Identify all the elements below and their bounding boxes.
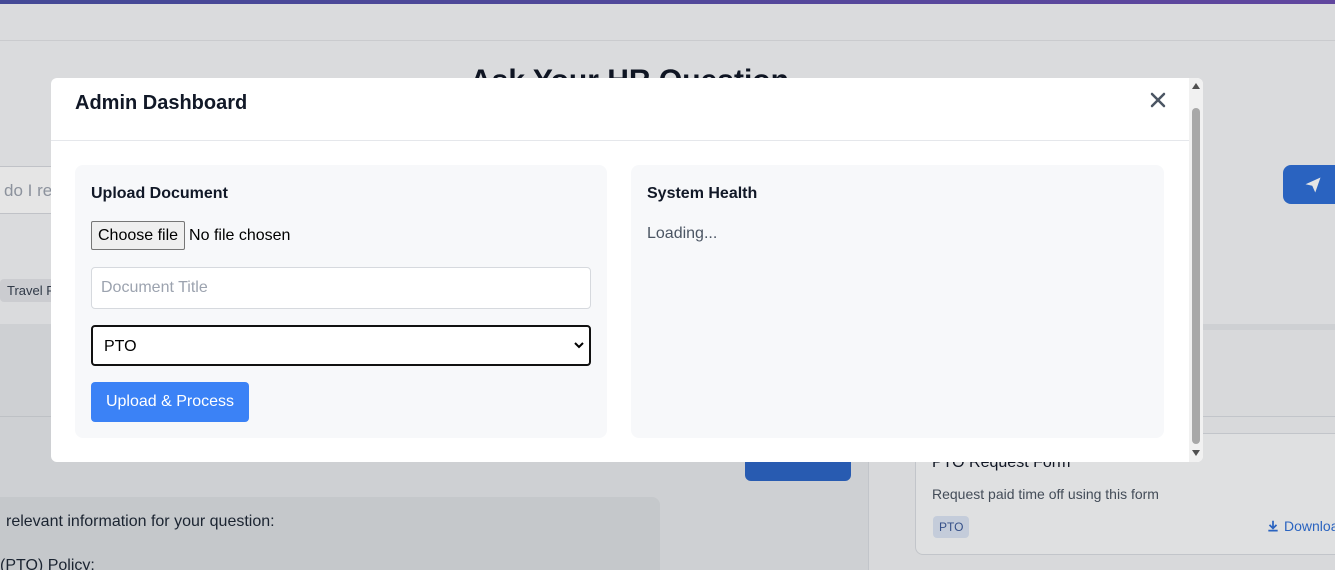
admin-dashboard-modal: Admin Dashboard Upload Document Choose f… [51, 78, 1203, 462]
close-icon [1150, 92, 1166, 108]
category-select[interactable]: PTO [91, 325, 591, 366]
file-status: No file chosen [189, 226, 291, 244]
close-button[interactable] [1148, 90, 1168, 110]
upload-heading: Upload Document [91, 185, 228, 202]
health-heading: System Health [647, 185, 758, 202]
scroll-up-arrow-icon[interactable] [1192, 83, 1200, 89]
modal-scrollbar[interactable] [1189, 78, 1203, 462]
document-title-input[interactable] [91, 267, 591, 309]
system-health-panel: System Health Loading... [631, 165, 1164, 438]
upload-process-button[interactable]: Upload & Process [91, 382, 249, 422]
modal-header: Admin Dashboard [51, 78, 1189, 141]
scroll-down-arrow-icon[interactable] [1192, 450, 1200, 456]
upload-document-panel: Upload Document Choose file No file chos… [75, 165, 607, 438]
file-picker: Choose file No file chosen [91, 221, 290, 250]
category-select-value: PTO [104, 338, 137, 355]
scroll-thumb[interactable] [1192, 108, 1200, 444]
choose-file-button[interactable]: Choose file [91, 221, 186, 250]
health-status: Loading... [647, 225, 718, 242]
modal-title: Admin Dashboard [75, 92, 248, 114]
chevron-down-icon [574, 342, 584, 349]
